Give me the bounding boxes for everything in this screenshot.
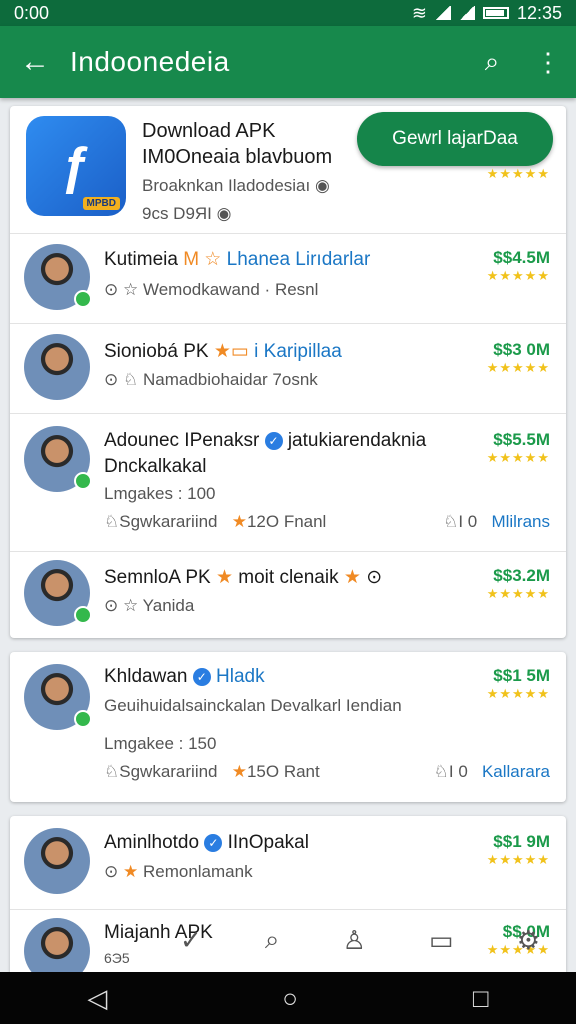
download-button[interactable]: Gewrl lajarDaa <box>357 112 553 166</box>
battery-icon <box>482 7 509 19</box>
nav-home-icon[interactable]: ○ <box>282 983 298 1014</box>
more-options-icon[interactable]: ⋮ <box>520 47 576 78</box>
item-meta: Lmgakes : 100 <box>104 484 216 503</box>
verified-badge-icon <box>74 710 92 728</box>
status-time: 0:00 <box>14 2 50 23</box>
signal-icon-2 <box>458 6 475 20</box>
verified-icon: ✓ <box>204 833 223 852</box>
item-subtitle: 6Э5 <box>104 950 130 966</box>
item-line2: Dnckalkakal <box>104 456 207 477</box>
item-meta-right: ♘I 0 Kallarara <box>433 762 550 781</box>
clock-icon: ⊙ <box>104 280 119 299</box>
thumb-icon: ♘ <box>433 762 449 781</box>
featured-subtitle: Broaknkan Iladodesiaı ◉ <box>142 176 330 195</box>
star-outline-icon: ☆ <box>122 596 139 615</box>
item-subtitle: ⊙ ☆ Yanida <box>104 596 195 615</box>
list-item[interactable]: SemnloA PK ★ moit clenaik ★ ⊙ ⊙ ☆ Yanida… <box>10 552 566 638</box>
thumb-icon: ♘ <box>104 512 120 531</box>
back-arrow-icon[interactable]: ← <box>0 45 70 79</box>
avatar <box>24 664 92 730</box>
avatar <box>24 828 90 894</box>
item-meta-row: ♘Sgwkarariind ★12O Fnanl <box>104 512 327 531</box>
featured-size: 9cs D9ЯI ◉ <box>142 204 232 223</box>
item-subtitle: ⊙ ☆ Wemodkawand · Resnl <box>104 280 319 299</box>
item-name: Sioniobá PK ★▭ i Karipillaa <box>104 341 342 362</box>
info-icon: ◉ <box>314 176 330 195</box>
nav-recents-icon[interactable]: □ <box>473 983 489 1014</box>
nav-back-icon[interactable]: ◁ <box>87 983 107 1014</box>
item-price: $$1 9M ★★★★★ <box>486 832 550 867</box>
settings-icon[interactable]: ⚙ <box>517 925 540 956</box>
list-item[interactable]: Kutimeia M ☆ Lhanea Lirıdarlar ⊙ ☆ Wemod… <box>10 234 566 324</box>
thumb-icon: ♘ <box>104 762 120 781</box>
item-price: $$5.5M ★★★★★ <box>486 430 550 465</box>
clock-icon: ⊙ <box>104 370 119 389</box>
item-name: Khldawan ✓ Hladk <box>104 666 265 687</box>
verified-icon: ✓ <box>264 431 283 450</box>
signal-icon <box>434 6 451 20</box>
app-logo: ƒ MPBD <box>26 116 126 216</box>
featured-title-2: IM0Oneaia blavbuom <box>142 146 333 168</box>
featured-rating: ★★★★★ <box>486 166 550 181</box>
star-outline-icon: ☆ <box>122 280 139 299</box>
list-item[interactable]: Adounec IPenaksr ✓ jatukiarendaknia Dnck… <box>10 414 566 552</box>
check-icon: ◉ <box>216 204 232 223</box>
featured-title: Download APK <box>142 120 276 142</box>
item-price: $$1 5M ★★★★★ <box>486 666 550 701</box>
avatar <box>24 918 90 976</box>
item-name: Kutimeia M ☆ Lhanea Lirıdarlar <box>104 249 371 270</box>
verified-icon: ✓ <box>192 667 211 686</box>
app-bar: ← Indoonedeia ⌕ ⋮ <box>0 26 576 98</box>
item-meta-right: ♘I 0 Mlilrans <box>443 512 550 531</box>
item-name: Aminlhotdo ✓ IInOpakal <box>104 832 309 853</box>
item-name: SemnloA PK ★ moit clenaik ★ ⊙ <box>104 567 383 588</box>
thumb-icon: ♘ <box>122 370 139 389</box>
item-price: $$3.2M ★★★★★ <box>486 566 550 601</box>
status-bar: 0:00 ≋ 12:35 <box>0 0 576 26</box>
bottom-tab-icons: ✓ ⌕ ♙ ▭ ⚙ <box>180 918 540 962</box>
item-price: $$3 0M ★★★★★ <box>486 340 550 375</box>
profile-icon[interactable]: ♙ <box>343 925 366 956</box>
verified-badge-icon <box>74 472 92 490</box>
item-subtitle: ⊙ ★ Remonlamank <box>104 862 253 881</box>
avatar <box>24 334 90 400</box>
avatar <box>24 426 92 492</box>
verified-badge-icon <box>74 290 92 308</box>
search-person-icon[interactable]: ⌕ <box>265 924 280 956</box>
search-icon[interactable]: ⌕ <box>464 46 520 78</box>
item-meta: Lmgakee : 150 <box>104 734 217 753</box>
app-detail-card[interactable]: Khldawan ✓ Hladk Geuihuidalsainckalan De… <box>10 652 566 802</box>
clock-icon: ⊙ <box>104 862 119 881</box>
item-name: Adounec IPenaksr ✓ jatukiarendaknia <box>104 430 427 451</box>
item-subtitle: ⊙ ♘ Namadbiohaidar 7osnk <box>104 370 318 389</box>
verified-badge-icon <box>74 606 92 624</box>
chat-icon[interactable]: ▭ <box>429 925 454 956</box>
item-meta-row: ♘Sgwkarariind ★15O Rant <box>104 762 320 781</box>
check-icon[interactable]: ✓ <box>180 925 202 956</box>
clock-icon: ⊙ <box>104 596 119 615</box>
thumb-icon: ♘ <box>443 512 459 531</box>
avatar <box>24 244 92 310</box>
item-price: $$4.5M ★★★★★ <box>486 248 550 283</box>
wifi-icon: ≋ <box>411 2 427 23</box>
list-item[interactable]: Aminlhotdo ✓ IInOpakal ⊙ ★ Remonlamank $… <box>10 816 566 910</box>
featured-row[interactable]: ƒ MPBD Download APK IM0Oneaia blavbuom B… <box>10 106 566 234</box>
page-title: Indoonedeia <box>70 46 230 77</box>
app-logo-label: MPBD <box>82 197 120 210</box>
list-item[interactable]: Sioniobá PK ★▭ i Karipillaa ⊙ ♘ Namadbio… <box>10 324 566 414</box>
avatar <box>24 560 92 626</box>
status-clock: 12:35 <box>516 2 562 23</box>
clock-icon: ⊙ <box>366 567 383 588</box>
app-list-card: ƒ MPBD Download APK IM0Oneaia blavbuom B… <box>10 106 566 638</box>
item-line2: Geuihuidalsainckalan Devalkarl Iendian <box>104 696 402 715</box>
system-nav-bar: ◁ ○ □ <box>0 972 576 1024</box>
